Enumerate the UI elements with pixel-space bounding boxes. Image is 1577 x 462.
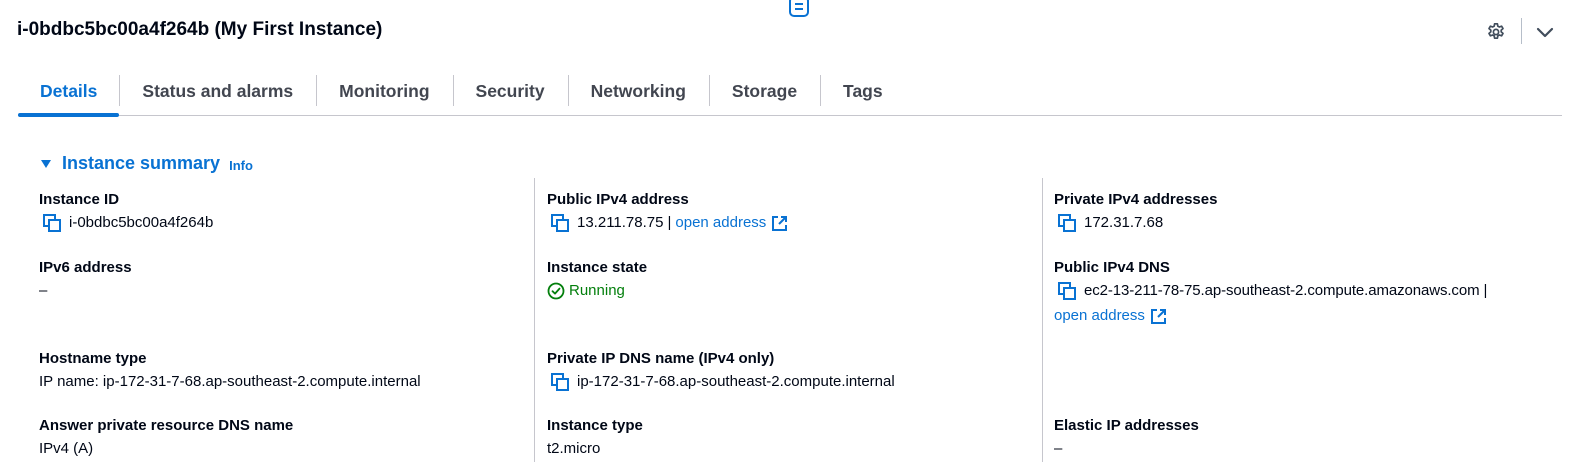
copy-icon[interactable] xyxy=(550,213,570,233)
field-value: IPv4 (A) xyxy=(39,440,94,457)
tab-storage[interactable]: Storage xyxy=(708,72,820,115)
field-value: ip-172-31-7-68.ap-southeast-2.compute.in… xyxy=(577,373,895,390)
field-value: t2.micro xyxy=(547,440,601,457)
settings-button[interactable] xyxy=(1484,20,1508,44)
ipv6-field: IPv6 address – xyxy=(39,258,519,301)
gear-icon xyxy=(1488,22,1504,40)
field-value: – xyxy=(1054,440,1063,457)
field-value: – xyxy=(39,282,48,299)
field-label: IPv6 address xyxy=(39,259,132,276)
instance-id-field: Instance ID i-0bdbc5bc00a4f264b xyxy=(39,190,519,233)
drag-handle-icon[interactable] xyxy=(788,0,810,18)
field-label: Instance type xyxy=(547,417,643,434)
field-label: Elastic IP addresses xyxy=(1054,417,1199,434)
field-label: Answer private resource DNS name xyxy=(39,417,294,434)
status-positive-icon xyxy=(547,282,565,300)
copy-icon[interactable] xyxy=(1057,213,1077,233)
copy-icon[interactable] xyxy=(1057,281,1077,301)
tab-networking[interactable]: Networking xyxy=(567,72,709,115)
page-title: i-0bdbc5bc00a4f264b (My First Instance) xyxy=(17,19,383,40)
field-value: IP name: ip-172-31-7-68.ap-southeast-2.c… xyxy=(39,373,421,390)
field-label: Public IPv4 address xyxy=(547,191,689,208)
elastic-ip-field: Elastic IP addresses – xyxy=(1054,416,1534,459)
private-ipv4-field: Private IPv4 addresses 172.31.7.68 xyxy=(1054,190,1534,233)
public-dns-field: Public IPv4 DNS ec2-13-211-78-75.ap-sout… xyxy=(1054,258,1534,326)
copy-icon[interactable] xyxy=(42,213,62,233)
instance-summary-toggle[interactable]: Instance summary Info xyxy=(39,153,253,174)
external-link-icon xyxy=(1150,308,1166,324)
tab-bar: Details Status and alarms Monitoring Sec… xyxy=(18,72,1562,117)
answer-dns-field: Answer private resource DNS name IPv4 (A… xyxy=(39,416,519,459)
field-value: 13.211.78.75 xyxy=(577,214,664,231)
collapse-button[interactable] xyxy=(1533,20,1557,44)
hostname-type-field: Hostname type IP name: ip-172-31-7-68.ap… xyxy=(39,349,519,392)
info-link[interactable]: Info xyxy=(229,158,253,173)
status-indicator: Running xyxy=(547,281,625,301)
open-address-link[interactable]: open address xyxy=(1054,306,1167,326)
tab-details[interactable]: Details xyxy=(18,72,120,117)
field-label: Instance ID xyxy=(39,191,120,208)
column-divider xyxy=(1042,178,1043,462)
header-divider xyxy=(1521,18,1522,44)
tab-status-and-alarms[interactable]: Status and alarms xyxy=(119,72,316,115)
chevron-down-icon xyxy=(1536,27,1554,38)
separator: | xyxy=(1483,282,1488,299)
external-link-icon xyxy=(772,215,788,231)
field-value: ec2-13-211-78-75.ap-southeast-2.compute.… xyxy=(1084,282,1480,299)
field-value: Running xyxy=(569,282,625,299)
field-label: Private IPv4 addresses xyxy=(1054,191,1218,208)
field-value: i-0bdbc5bc00a4f264b xyxy=(69,214,214,231)
open-address-link[interactable]: open address xyxy=(675,213,788,233)
field-label: Hostname type xyxy=(39,350,147,367)
tab-monitoring[interactable]: Monitoring xyxy=(316,72,452,115)
column-divider xyxy=(534,178,535,462)
copy-icon[interactable] xyxy=(550,372,570,392)
field-label: Instance state xyxy=(547,259,648,276)
separator: | xyxy=(667,214,672,231)
tab-security[interactable]: Security xyxy=(452,72,568,115)
field-value: 172.31.7.68 xyxy=(1084,214,1164,231)
field-label: Private IP DNS name (IPv4 only) xyxy=(547,350,775,367)
caret-down-icon xyxy=(41,159,51,168)
private-dns-field: Private IP DNS name (IPv4 only) ip-172-3… xyxy=(547,349,1027,392)
field-label: Public IPv4 DNS xyxy=(1054,259,1170,276)
instance-type-field: Instance type t2.micro xyxy=(547,416,1027,459)
tab-tags[interactable]: Tags xyxy=(820,72,906,115)
instance-state-field: Instance state Running xyxy=(547,258,1027,301)
public-ipv4-field: Public IPv4 address 13.211.78.75 | open … xyxy=(547,190,1027,233)
section-heading: Instance summary xyxy=(62,153,221,173)
